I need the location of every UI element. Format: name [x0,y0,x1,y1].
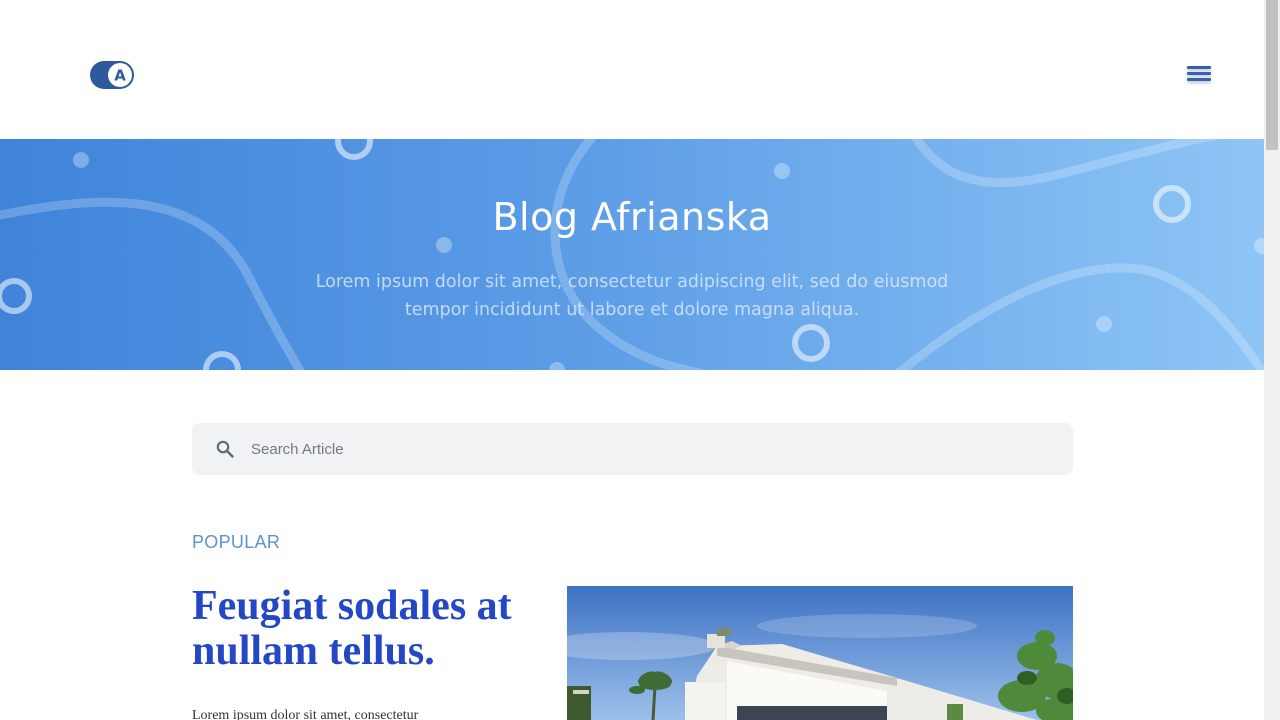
hero-title: Blog Afrianska [492,195,772,239]
hamburger-menu-icon[interactable] [1187,66,1211,86]
house-photo [567,586,1073,720]
menu-line [1187,66,1211,69]
hero-banner: Blog Afrianska Lorem ipsum dolor sit ame… [0,139,1264,370]
menu-line [1187,72,1211,75]
menu-line [1187,78,1211,81]
article-excerpt: Lorem ipsum dolor sit amet, consectetur [192,708,419,720]
section-label-popular: POPULAR [192,532,281,552]
logo-icon[interactable]: A [90,59,136,91]
scrollbar-thumb[interactable] [1266,0,1278,150]
article-image[interactable] [567,586,1073,720]
hero-subtitle: Lorem ipsum dolor sit amet, consectetur … [315,272,949,320]
search-input[interactable] [251,437,1051,461]
article-title[interactable]: Feugiat sodales at nullam tellus. [192,584,552,674]
search-icon[interactable] [216,440,234,458]
hero-decoration [0,139,1264,370]
logo-letter: A [114,67,126,85]
site-header: A [0,0,1264,139]
